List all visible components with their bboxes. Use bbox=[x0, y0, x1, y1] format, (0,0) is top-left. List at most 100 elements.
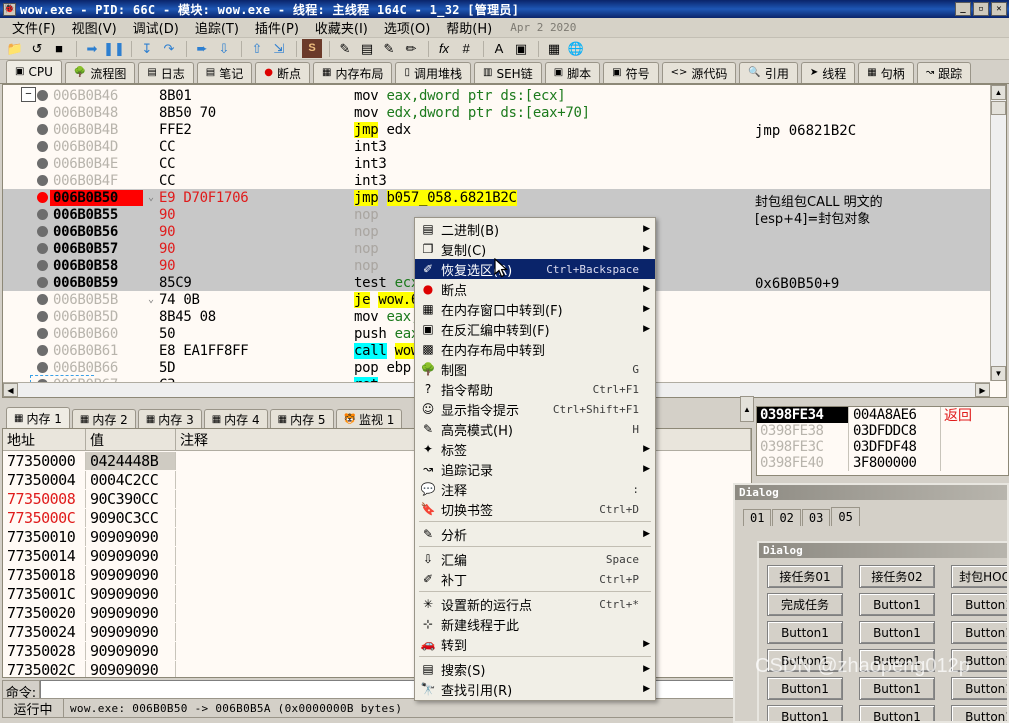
dialog-button[interactable]: Button1 bbox=[859, 705, 935, 721]
row-gutter[interactable] bbox=[3, 359, 50, 376]
context-menu-item[interactable]: ☺ 显示指令提示 Ctrl+Shift+F1 bbox=[415, 399, 655, 419]
dialog-button[interactable]: Button1 bbox=[859, 677, 935, 700]
row-marker-icon[interactable] bbox=[37, 141, 48, 152]
minimize-button[interactable]: _ bbox=[955, 2, 971, 16]
stack-panel[interactable]: 0398FE34 004A8AE6 返回 0398FE38 03DFDDC8 0398FE… bbox=[756, 406, 1009, 476]
context-menu-item[interactable]: ▤ 搜索(S) ▶ bbox=[415, 659, 655, 679]
log-icon[interactable]: ▤ bbox=[357, 39, 377, 58]
scylla-icon[interactable]: S bbox=[302, 39, 322, 58]
context-menu-item[interactable]: 🔭 查找引用(R) ▶ bbox=[415, 679, 655, 699]
tab-breakpoint[interactable]: ● 断点 bbox=[255, 62, 311, 83]
external-dialog-outer[interactable]: Dialog 01020305 Dialog 接任务01 接任务02 封包HOOK 完… bbox=[733, 483, 1009, 723]
tab-log[interactable]: ▤ 日志 bbox=[138, 62, 194, 83]
dump-tab[interactable]: ▦ 内存 3 bbox=[137, 409, 202, 428]
disassembly-row[interactable]: 006B0B4D CC int3 bbox=[3, 138, 992, 155]
dialog-button[interactable]: 完成任务 bbox=[767, 593, 843, 616]
step-into-icon[interactable]: ↧ bbox=[137, 39, 157, 58]
stack-row[interactable]: 0398FE3C 03DFDF48 bbox=[757, 439, 1008, 455]
menu-debug[interactable]: 调试(D) bbox=[125, 16, 187, 39]
eraser-icon[interactable]: ✏ bbox=[401, 39, 421, 58]
close-button[interactable]: ✕ bbox=[991, 2, 1007, 16]
dialog-button[interactable]: Button1 bbox=[767, 677, 843, 700]
disassembly-row[interactable]: 006B0B4F CC int3 bbox=[3, 172, 992, 189]
disassembly-row[interactable]: 006B0B48 8B50 70 mov edx,dword ptr ds:[eax… bbox=[3, 104, 992, 121]
stack-row[interactable]: 0398FE40 3F800000 bbox=[757, 455, 1008, 471]
dialog-button[interactable]: Button1 bbox=[767, 649, 843, 672]
tab-threads[interactable]: ➤ 线程 bbox=[800, 62, 856, 83]
context-menu-item[interactable]: ▤ 二进制(B) ▶ bbox=[415, 219, 655, 239]
row-gutter[interactable] bbox=[3, 291, 50, 308]
tab-cpu[interactable]: ▣ CPU bbox=[6, 60, 62, 83]
maximize-button[interactable]: ▫ bbox=[973, 2, 989, 16]
restart-icon[interactable]: ↺ bbox=[27, 39, 47, 58]
dialog-button[interactable]: 接任务01 bbox=[767, 565, 843, 588]
menu-file[interactable]: 文件(F) bbox=[4, 16, 64, 39]
dump-tab[interactable]: ▦ 内存 1 bbox=[6, 407, 70, 428]
tab-trace[interactable]: ↝ 跟踪 bbox=[916, 62, 972, 83]
row-gutter[interactable] bbox=[3, 274, 50, 291]
dialog-button[interactable]: 接任务02 bbox=[859, 565, 935, 588]
execute-till-return-icon[interactable]: ⇧ bbox=[247, 39, 267, 58]
row-marker-icon[interactable] bbox=[37, 158, 48, 169]
row-gutter[interactable] bbox=[3, 342, 50, 359]
menu-view[interactable]: 视图(V) bbox=[64, 16, 125, 39]
row-marker-icon[interactable] bbox=[37, 226, 48, 237]
context-menu-item[interactable]: ✎ 分析 ▶ bbox=[415, 524, 655, 544]
context-menu-item[interactable]: ● 断点 ▶ bbox=[415, 279, 655, 299]
row-gutter[interactable] bbox=[3, 155, 50, 172]
tab-memory-map[interactable]: ▦ 内存布局 bbox=[313, 62, 393, 83]
globe-icon[interactable]: 🌐 bbox=[566, 39, 586, 58]
row-gutter[interactable] bbox=[3, 240, 50, 257]
context-menu-item[interactable]: 🔖 切换书签 Ctrl+D bbox=[415, 499, 655, 519]
step-over-alt-icon[interactable]: ⇩ bbox=[214, 39, 234, 58]
context-menu-item[interactable]: ↝ 追踪记录 ▶ bbox=[415, 459, 655, 479]
dump-tab[interactable]: 🐯 监视 1 bbox=[335, 409, 403, 428]
dialog-button[interactable]: 封包HOOK bbox=[951, 565, 1007, 588]
open-file-icon[interactable]: 📁 bbox=[5, 39, 25, 58]
stop-icon[interactable]: ■ bbox=[49, 39, 69, 58]
menu-favorites[interactable]: 收藏夹(I) bbox=[307, 16, 376, 39]
dump-tab[interactable]: ▦ 内存 4 bbox=[203, 409, 268, 428]
tab-call-stack[interactable]: ▯ 调用堆栈 bbox=[395, 62, 472, 83]
context-menu-item[interactable]: ✎ 高亮模式(H) H bbox=[415, 419, 655, 439]
dialog-button[interactable]: Button1 bbox=[859, 621, 935, 644]
scroll-left-arrow-icon[interactable]: ◀ bbox=[3, 383, 18, 397]
external-dialog-inner[interactable]: Dialog 接任务01 接任务02 封包HOOK 完成任务 Button1 Button… bbox=[757, 541, 1007, 721]
row-marker-icon[interactable] bbox=[37, 311, 48, 322]
notes-icon[interactable]: ✎ bbox=[379, 39, 399, 58]
dialog-button[interactable]: Button1 bbox=[951, 705, 1007, 721]
tab-notes[interactable]: ▤ 笔记 bbox=[196, 62, 253, 83]
context-menu-item[interactable]: ✐ 补丁 Ctrl+P bbox=[415, 569, 655, 589]
dump-tab[interactable]: ▦ 内存 5 bbox=[269, 409, 334, 428]
dialog-button[interactable]: Button1 bbox=[951, 677, 1007, 700]
dialog-button[interactable]: Button1 bbox=[951, 593, 1007, 616]
row-gutter[interactable] bbox=[3, 257, 50, 274]
row-gutter[interactable] bbox=[3, 325, 50, 342]
row-marker-icon[interactable] bbox=[37, 345, 48, 356]
row-gutter[interactable] bbox=[3, 206, 50, 223]
row-gutter[interactable] bbox=[3, 189, 50, 206]
scroll-right-arrow-icon[interactable]: ▶ bbox=[975, 383, 990, 397]
context-menu-item[interactable]: ▩ 在内存布局中转到 bbox=[415, 339, 655, 359]
tab-seh[interactable]: ▥ SEH链 bbox=[474, 62, 542, 83]
disassembly-row[interactable]: 006B0B4E CC int3 bbox=[3, 155, 992, 172]
row-marker-icon[interactable] bbox=[37, 107, 48, 118]
context-menu-item[interactable]: ? 指令帮助 Ctrl+F1 bbox=[415, 379, 655, 399]
row-marker-icon[interactable] bbox=[37, 277, 48, 288]
stack-row[interactable]: 0398FE34 004A8AE6 返回 bbox=[757, 407, 1008, 424]
row-marker-icon[interactable] bbox=[37, 209, 48, 220]
menu-plugins[interactable]: 插件(P) bbox=[247, 16, 307, 39]
dialog-tab[interactable]: 05 bbox=[831, 507, 860, 526]
breakpoint-icon[interactable] bbox=[37, 192, 48, 203]
scroll-down-arrow-icon[interactable]: ▼ bbox=[991, 366, 1006, 381]
dialog-button[interactable]: Button1 bbox=[767, 621, 843, 644]
hash-icon[interactable]: # bbox=[456, 39, 476, 58]
function-icon[interactable]: fx bbox=[434, 39, 454, 58]
disassembly-row[interactable]: 006B0B46 8B01 mov eax,dword ptr ds:[ecx] bbox=[3, 87, 992, 104]
row-marker-icon[interactable] bbox=[37, 294, 48, 305]
context-menu-item[interactable]: ✳ 设置新的运行点 Ctrl+* bbox=[415, 594, 655, 614]
row-marker-icon[interactable] bbox=[37, 260, 48, 271]
dialog-tab[interactable]: 02 bbox=[772, 509, 801, 526]
row-gutter[interactable] bbox=[3, 308, 50, 325]
row-marker-icon[interactable] bbox=[37, 124, 48, 135]
